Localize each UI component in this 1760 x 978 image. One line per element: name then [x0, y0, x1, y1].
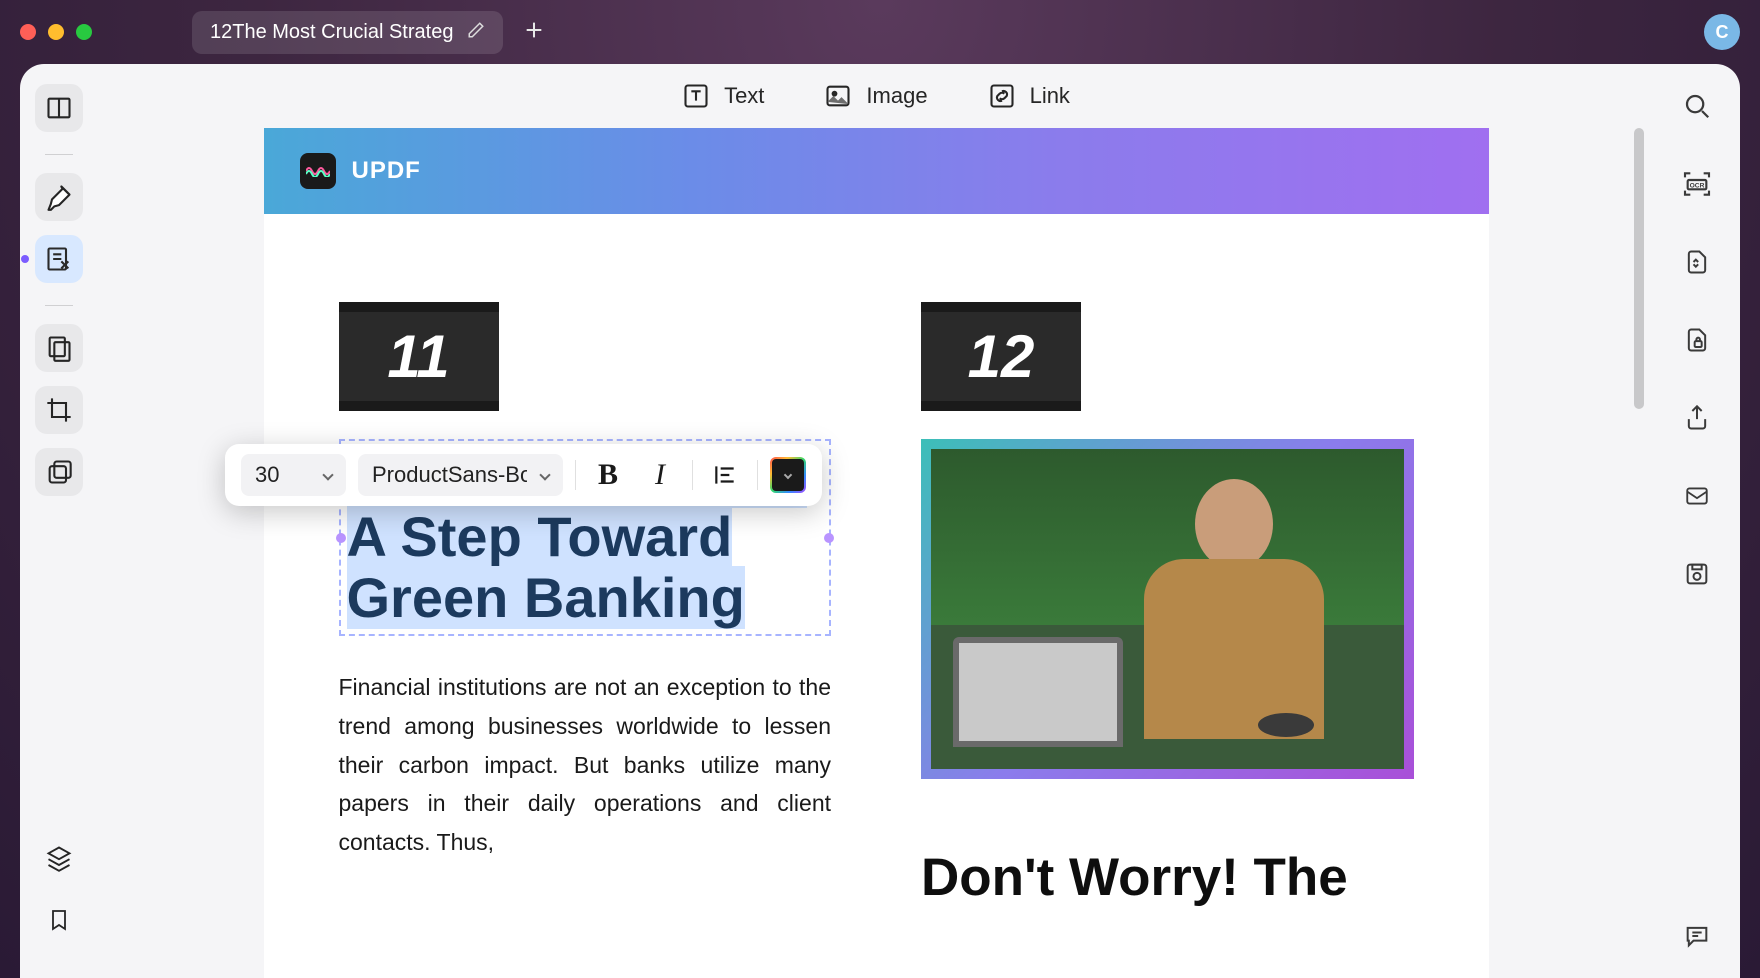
layers-tool[interactable]: [35, 834, 83, 882]
svg-text:OCR: OCR: [1690, 182, 1705, 189]
column-left: 11 Going Paperless: A Step Toward Green …: [339, 302, 832, 907]
right-sidebar: OCR: [1654, 64, 1740, 978]
font-family-select[interactable]: ProductSans-Bo: [358, 454, 563, 496]
protect-button[interactable]: [1677, 320, 1717, 360]
text-tool-label: Text: [724, 83, 764, 109]
titlebar: 12The Most Crucial Strateg C: [0, 0, 1760, 64]
updf-logo-icon: [300, 153, 336, 189]
new-tab-button[interactable]: [523, 16, 545, 48]
separator: [692, 460, 693, 490]
email-button[interactable]: [1677, 476, 1717, 516]
user-avatar[interactable]: C: [1704, 14, 1740, 50]
separator: [575, 460, 576, 490]
edit-text-tool[interactable]: [35, 235, 83, 283]
minimize-button[interactable]: [48, 24, 64, 40]
text-color-picker[interactable]: [770, 457, 806, 493]
dropdown-icon: [539, 469, 550, 480]
ocr-button[interactable]: OCR: [1677, 164, 1717, 204]
tab-title: 12The Most Crucial Strateg: [210, 21, 453, 44]
text-tool-button[interactable]: Text: [682, 82, 764, 110]
column-right: 12 Don't Worry! The: [921, 302, 1414, 907]
document-body: 11 Going Paperless: A Step Toward Green …: [264, 214, 1489, 947]
article-image: [921, 439, 1414, 779]
updf-brand-text: UPDF: [352, 157, 421, 185]
app-window: Text Image Link UPDF: [20, 64, 1740, 978]
scrollbar[interactable]: [1634, 128, 1644, 638]
separator: [45, 305, 73, 306]
scroll-thumb[interactable]: [1634, 128, 1644, 409]
reader-tool[interactable]: [35, 84, 83, 132]
image-tool-label: Image: [866, 83, 927, 109]
document-page: UPDF 11 Going Paperless:: [264, 128, 1489, 978]
search-button[interactable]: [1677, 86, 1717, 126]
document-tab[interactable]: 12The Most Crucial Strateg: [192, 11, 503, 54]
section-number: 12: [921, 312, 1081, 401]
active-indicator: [21, 255, 29, 263]
share-button[interactable]: [1677, 398, 1717, 438]
stamp-tool[interactable]: [35, 448, 83, 496]
link-tool-label: Link: [1030, 83, 1070, 109]
heading-text: Don't Worry! The: [921, 849, 1414, 907]
dropdown-icon: [322, 469, 333, 480]
comment-button[interactable]: [1677, 916, 1717, 956]
window-controls: [20, 24, 92, 40]
link-tool-button[interactable]: Link: [988, 82, 1070, 110]
font-family-value: ProductSans-Bo: [372, 462, 527, 488]
separator: [45, 154, 73, 155]
font-size-select[interactable]: 30: [241, 454, 346, 496]
resize-handle-left[interactable]: [336, 533, 346, 543]
section-number: 11: [339, 312, 499, 401]
bold-button[interactable]: B: [588, 455, 628, 495]
text-format-popup: 30 ProductSans-Bo B I: [225, 444, 822, 506]
document-header: UPDF: [264, 128, 1489, 214]
separator: [757, 460, 758, 490]
main-area: Text Image Link UPDF: [98, 64, 1654, 978]
section-number-block: 11: [339, 302, 499, 411]
italic-button[interactable]: I: [640, 455, 680, 495]
body-paragraph: Financial institutions are not an except…: [339, 668, 832, 861]
bookmark-tool[interactable]: [35, 896, 83, 944]
maximize-button[interactable]: [76, 24, 92, 40]
edit-toolbar: Text Image Link: [98, 64, 1654, 128]
document-viewport[interactable]: UPDF 11 Going Paperless:: [98, 128, 1654, 978]
font-size-value: 30: [255, 462, 279, 488]
dropdown-icon: [784, 471, 792, 479]
page-tool[interactable]: [35, 324, 83, 372]
convert-button[interactable]: [1677, 242, 1717, 282]
resize-handle-right[interactable]: [824, 533, 834, 543]
save-button[interactable]: [1677, 554, 1717, 594]
crop-tool[interactable]: [35, 386, 83, 434]
close-button[interactable]: [20, 24, 36, 40]
image-tool-button[interactable]: Image: [824, 82, 927, 110]
align-button[interactable]: [705, 455, 745, 495]
highlighter-tool[interactable]: [35, 173, 83, 221]
section-number-block: 12: [921, 302, 1081, 411]
left-sidebar: [20, 64, 98, 978]
edit-icon: [467, 21, 485, 44]
